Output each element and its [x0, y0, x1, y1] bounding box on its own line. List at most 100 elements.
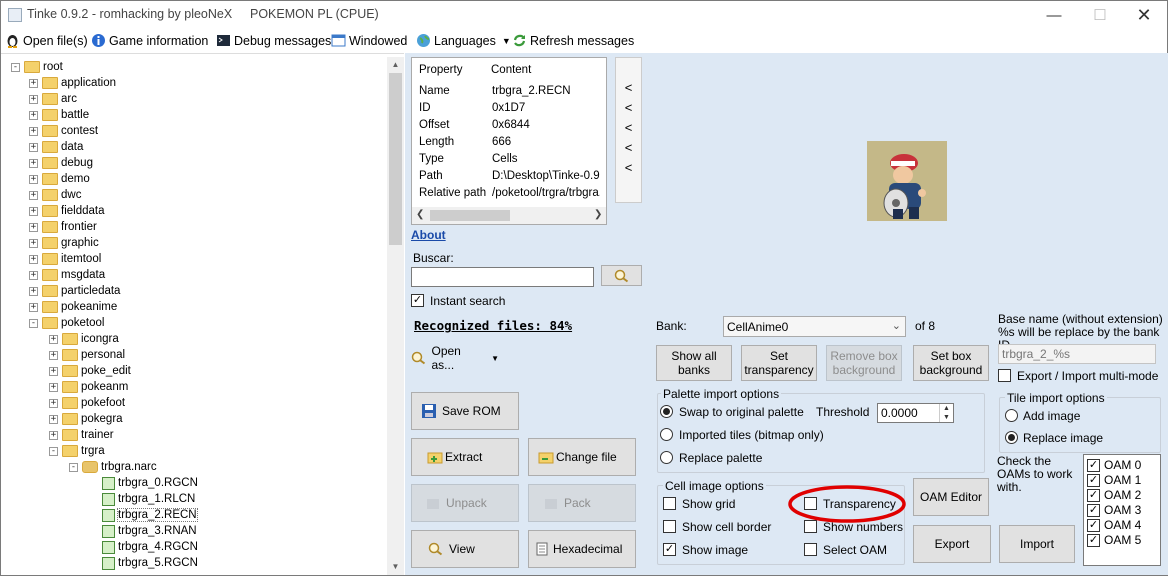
tree-node[interactable]: + application	[29, 75, 116, 91]
oam-checkbox[interactable]: ✓	[1087, 503, 1100, 517]
tree-node[interactable]: + data	[29, 139, 83, 155]
expand-icon[interactable]: +	[29, 270, 38, 280]
windowed-button[interactable]: Windowed	[331, 31, 407, 50]
expand-icon[interactable]: +	[29, 254, 38, 264]
tree-node[interactable]: + msgdata	[29, 267, 105, 283]
info-scroll-thumb[interactable]	[430, 210, 510, 221]
tree-node[interactable]: trbgra_2.RECN	[89, 507, 198, 523]
oam-item[interactable]: ✓ OAM 3	[1087, 503, 1141, 517]
expand-icon[interactable]: +	[49, 382, 58, 392]
view-button[interactable]: View	[411, 530, 519, 568]
arrow-left-button[interactable]: <	[616, 80, 641, 95]
collapse-icon[interactable]: -	[49, 446, 58, 456]
add-image-radio[interactable]	[1005, 409, 1018, 422]
expand-icon[interactable]: +	[29, 126, 38, 136]
expand-icon[interactable]: +	[29, 238, 38, 248]
scroll-thumb[interactable]	[389, 73, 402, 245]
tree-node[interactable]: + debug	[29, 155, 93, 171]
debug-messages-button[interactable]: Debug messages	[216, 31, 331, 50]
expand-icon[interactable]: +	[49, 430, 58, 440]
oam-item[interactable]: ✓ OAM 5	[1087, 533, 1141, 547]
tree-node[interactable]: - trgra	[49, 443, 105, 459]
show-grid-checkbox[interactable]	[663, 497, 676, 510]
oam-item[interactable]: ✓ OAM 0	[1087, 458, 1141, 472]
search-button[interactable]	[601, 265, 642, 286]
oam-item[interactable]: ✓ OAM 4	[1087, 518, 1141, 532]
expand-icon[interactable]: +	[29, 78, 38, 88]
info-hscrollbar[interactable]: ❮ ❯	[412, 207, 606, 224]
oam-checkbox[interactable]: ✓	[1087, 533, 1100, 547]
scroll-up-icon[interactable]: ▲	[387, 57, 404, 73]
instant-search-checkbox[interactable]: ✓	[411, 294, 424, 307]
tree-node[interactable]: + poke_edit	[49, 363, 131, 379]
close-button[interactable]: ✕	[1121, 1, 1167, 29]
tree-node[interactable]: + trainer	[49, 427, 114, 443]
tree-node[interactable]: + itemtool	[29, 251, 101, 267]
set-box-background-button[interactable]: Set box background	[913, 345, 989, 381]
expand-icon[interactable]: +	[49, 350, 58, 360]
tree-node[interactable]: trbgra_5.RGCN	[89, 555, 198, 571]
expand-icon[interactable]: +	[29, 190, 38, 200]
arrow-left-button[interactable]: <	[616, 120, 641, 135]
tree-scrollbar[interactable]: ▲ ▼	[387, 57, 404, 575]
imported-tiles-radio[interactable]	[660, 428, 673, 441]
collapse-icon[interactable]: -	[29, 318, 38, 328]
save-rom-button[interactable]: Save ROM	[411, 392, 519, 430]
remove-box-background-button[interactable]: Remove box background	[826, 345, 902, 381]
hexadecimal-button[interactable]: Hexadecimal	[528, 530, 636, 568]
show-cell-border-checkbox[interactable]	[663, 520, 676, 533]
base-name-input[interactable]: trbgra_2_%s	[998, 344, 1156, 364]
export-button[interactable]: Export	[913, 525, 991, 563]
game-information-button[interactable]: Game information	[91, 31, 208, 50]
tree-node[interactable]: + pokeanime	[29, 299, 117, 315]
tree-node[interactable]: + graphic	[29, 235, 99, 251]
show-image-checkbox[interactable]: ✓	[663, 543, 676, 556]
about-link[interactable]: About	[411, 228, 446, 242]
multi-mode-checkbox[interactable]	[998, 369, 1011, 382]
extract-button[interactable]: Extract	[411, 438, 519, 476]
tree-node[interactable]: + fielddata	[29, 203, 104, 219]
tree-node[interactable]: + pokegra	[49, 411, 123, 427]
expand-icon[interactable]: +	[29, 174, 38, 184]
maximize-button[interactable]: ☐	[1077, 1, 1123, 29]
select-oam-checkbox[interactable]	[804, 543, 817, 556]
arrow-left-button[interactable]: <	[616, 140, 641, 155]
change-file-button[interactable]: Change file	[528, 438, 636, 476]
tree-node[interactable]: + frontier	[29, 219, 97, 235]
tree-node[interactable]: + dwc	[29, 187, 81, 203]
oam-checkbox[interactable]: ✓	[1087, 458, 1100, 472]
tree-node[interactable]: + particledata	[29, 283, 120, 299]
pack-button[interactable]: Pack	[528, 484, 636, 522]
minimize-button[interactable]: —	[1031, 1, 1077, 29]
open-as-menu[interactable]: Open as... ▼	[411, 344, 499, 372]
expand-icon[interactable]: +	[29, 286, 38, 296]
scroll-right-icon[interactable]: ❯	[594, 209, 602, 220]
oam-editor-button[interactable]: OAM Editor	[913, 478, 989, 516]
tree-node[interactable]: + pokefoot	[49, 395, 125, 411]
tree-node[interactable]: - poketool	[29, 315, 104, 331]
collapse-icon[interactable]: -	[11, 62, 20, 72]
scroll-left-icon[interactable]: ❮	[416, 209, 424, 220]
swap-palette-radio[interactable]	[660, 405, 673, 418]
tree-node[interactable]: + contest	[29, 123, 98, 139]
oam-checkbox[interactable]: ✓	[1087, 518, 1100, 532]
tree-node[interactable]: - trbgra.narc	[69, 459, 157, 475]
oam-item[interactable]: ✓ OAM 1	[1087, 473, 1141, 487]
replace-palette-radio[interactable]	[660, 451, 673, 464]
expand-icon[interactable]: +	[49, 334, 58, 344]
threshold-stepper[interactable]: ▲ ▼	[939, 404, 953, 422]
arrow-left-button[interactable]: <	[616, 160, 641, 175]
unpack-button[interactable]: Unpack	[411, 484, 519, 522]
expand-icon[interactable]: +	[29, 302, 38, 312]
tree-node[interactable]: trbgra_0.RGCN	[89, 475, 198, 491]
expand-icon[interactable]: +	[29, 222, 38, 232]
import-button[interactable]: Import	[999, 525, 1075, 563]
search-input[interactable]	[411, 267, 594, 287]
expand-icon[interactable]: +	[29, 110, 38, 120]
tree-node[interactable]: + icongra	[49, 331, 119, 347]
oam-checkbox[interactable]: ✓	[1087, 488, 1100, 502]
show-all-banks-button[interactable]: Show all banks	[656, 345, 732, 381]
oam-item[interactable]: ✓ OAM 2	[1087, 488, 1141, 502]
open-files-button[interactable]: Open file(s)	[5, 31, 88, 50]
tree-node[interactable]: - root	[11, 59, 63, 75]
